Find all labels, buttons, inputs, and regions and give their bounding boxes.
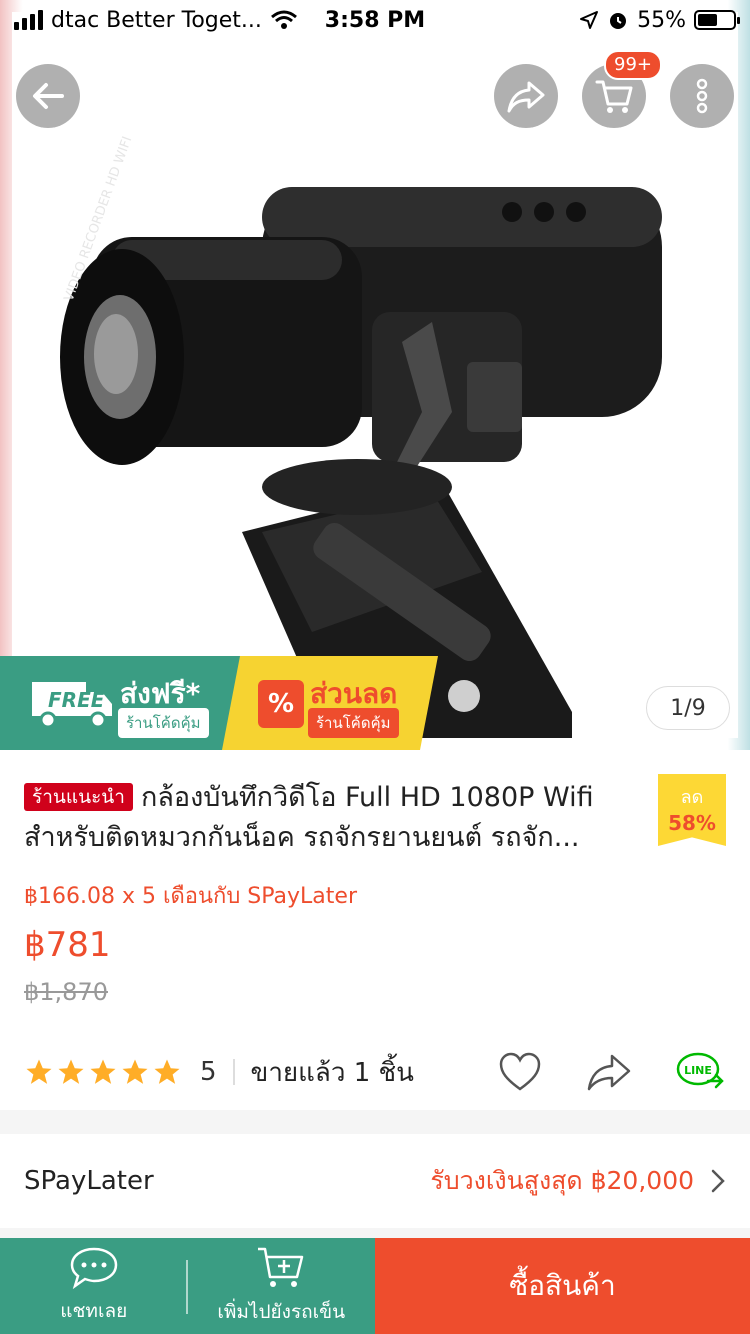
chat-label: แชทเลย (60, 1300, 128, 1322)
product-info: ร้านแนะนำ กล้องบันทึกวิดีโอ Full HD 1080P… (0, 750, 750, 1110)
discount-tag: ร้านโค้ดคุ้ม (308, 708, 399, 738)
chat-icon (70, 1247, 118, 1290)
product-image-gallery[interactable]: VIDEO RECORDER HD WIFI 99+ FREE ส่งฟรี* … (0, 0, 750, 750)
line-share-icon[interactable]: LINE (676, 1051, 726, 1093)
bottom-left-group: แชทเลย เพิ่มไปยังรถเข็น (0, 1238, 375, 1334)
discount-label: ลด (680, 787, 704, 808)
installment-text[interactable]: ฿166.08 x 5 เดือนกับ SPayLater (24, 878, 357, 913)
carrier-name: dtac Better Toget... (51, 7, 262, 33)
add-cart-icon (258, 1247, 304, 1287)
product-page: VIDEO RECORDER HD WIFI 99+ FREE ส่งฟรี* … (0, 0, 750, 1334)
clock: 3:58 PM (324, 7, 426, 33)
product-title: ร้านแนะนำ กล้องบันทึกวิดีโอ Full HD 1080P… (24, 778, 654, 858)
alarm-icon (610, 13, 627, 29)
rating-stars[interactable] (24, 1057, 182, 1087)
star-icon (154, 1059, 180, 1084)
chevron-right-icon (711, 1169, 725, 1193)
sold-count: ขายแล้ว 1 ชิ้น (250, 1057, 414, 1088)
cart-icon (595, 80, 633, 113)
back-arrow-icon (33, 83, 64, 109)
more-vertical-icon (696, 78, 708, 114)
spaylater-label: SPayLater (24, 1166, 154, 1196)
recommended-shop-tag: ร้านแนะนำ (24, 783, 133, 811)
wifi-icon (270, 10, 297, 29)
chat-button[interactable]: แชทเลย (0, 1238, 188, 1334)
discount-value: 58% (668, 811, 716, 835)
buy-now-button[interactable]: ซื้อสินค้า (375, 1238, 750, 1334)
battery-icon (694, 10, 740, 30)
price: ฿781 (24, 925, 111, 965)
status-bar: dtac Better Toget... 3:58 PM 55% (0, 0, 750, 40)
share-icon (507, 81, 545, 113)
cart-button[interactable]: 99+ (582, 50, 662, 128)
star-icon (122, 1059, 148, 1084)
bottom-divider (186, 1260, 188, 1314)
battery-percent: 55% (637, 7, 686, 33)
line-label: LINE (684, 1064, 712, 1077)
original-price: ฿1,870 (24, 978, 108, 1006)
bottom-action-bar: แชทเลย เพิ่มไปยังรถเข็น ซื้อสินค้า (0, 1238, 750, 1334)
rating-value: 5 (200, 1057, 217, 1087)
location-icon (580, 11, 599, 29)
share-button[interactable] (494, 64, 558, 128)
add-to-cart-label: เพิ่มไปยังรถเข็น (217, 1301, 346, 1323)
image-pager: 1/9 (646, 686, 730, 730)
star-icon (90, 1059, 116, 1084)
spaylater-limit: รับวงเงินสูงสุด ฿20,000 (430, 1166, 694, 1195)
share-product-icon[interactable] (586, 1052, 632, 1092)
more-button[interactable] (670, 64, 734, 128)
star-icon (26, 1059, 52, 1084)
cart-count-badge: 99+ (604, 50, 662, 80)
signal-icon (14, 10, 43, 30)
add-to-cart-button[interactable]: เพิ่มไปยังรถเข็น (188, 1238, 376, 1334)
discount-badge: ลด 58% (658, 774, 726, 846)
free-word: FREE (48, 688, 105, 712)
spaylater-row[interactable]: SPayLater รับวงเงินสูงสุด ฿20,000 (0, 1134, 750, 1228)
star-icon (58, 1059, 84, 1084)
back-button[interactable] (16, 64, 80, 128)
percent-icon: % (258, 680, 304, 728)
heart-icon[interactable] (498, 1052, 542, 1092)
divider (232, 1059, 235, 1085)
free-shipping-tag: ร้านโค้ดคุ้ม (118, 708, 209, 738)
rating-row: 5 ขายแล้ว 1 ชิ้น LINE (24, 1050, 726, 1094)
